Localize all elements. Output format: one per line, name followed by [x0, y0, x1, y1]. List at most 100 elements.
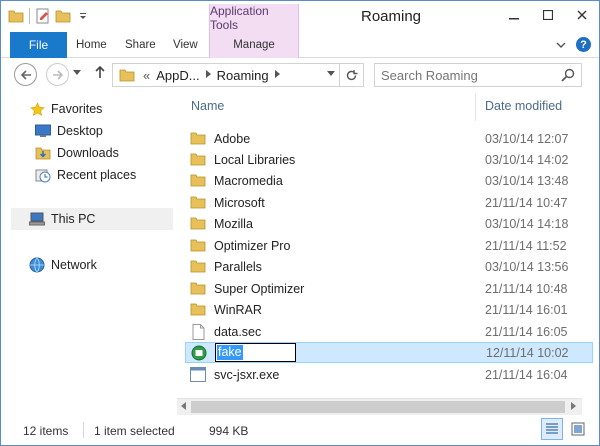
nav-item-recent-places[interactable]: Recent places: [35, 167, 136, 183]
maximize-icon[interactable]: [535, 5, 561, 25]
folder-icon[interactable]: [7, 7, 25, 25]
item-date: 12/11/14 10:02: [486, 345, 569, 360]
help-icon[interactable]: ?: [576, 37, 591, 52]
item-name: Local Libraries: [214, 152, 296, 167]
list-item[interactable]: Local Libraries 03/10/14 14:02: [185, 149, 593, 170]
item-name: Adobe: [214, 131, 251, 146]
folder-icon: [190, 152, 206, 168]
nav-item-desktop[interactable]: Desktop: [35, 123, 103, 139]
breadcrumb-roaming[interactable]: Roaming: [217, 68, 269, 83]
list-item[interactable]: Mozilla 03/10/14 14:18: [185, 213, 593, 234]
list-item-selected[interactable]: fake 12/11/14 10:02: [185, 342, 593, 363]
item-name: Macromedia: [214, 173, 283, 188]
window-controls: [501, 5, 595, 25]
scrollbar-thumb[interactable]: [191, 401, 565, 413]
search-icon[interactable]: [561, 68, 575, 85]
navigation-bar: « AppD... Roaming: [1, 59, 599, 91]
title-bar: Application Tools Roaming: [1, 1, 599, 32]
list-item[interactable]: Super Optimizer 21/11/14 10:48: [185, 278, 593, 299]
customize-qat-icon[interactable]: [74, 7, 92, 25]
search-input[interactable]: [381, 67, 551, 83]
item-name: Microsoft: [214, 195, 265, 210]
new-folder-icon[interactable]: [54, 7, 72, 25]
forward-button[interactable]: [46, 63, 69, 86]
scroll-left-icon[interactable]: [180, 402, 186, 412]
item-date: 21/11/14 10:47: [485, 195, 568, 210]
tab-home[interactable]: Home: [76, 32, 107, 58]
large-icons-view-icon: [571, 422, 585, 436]
scroll-right-icon[interactable]: [571, 402, 577, 412]
app-icon: [191, 345, 207, 361]
list-item[interactable]: Macromedia 03/10/14 13:48: [185, 170, 593, 191]
nav-item-downloads[interactable]: Downloads: [35, 145, 119, 161]
tab-share[interactable]: Share: [125, 32, 156, 58]
item-date: 21/11/14 16:01: [485, 302, 568, 317]
status-separator: [83, 422, 84, 438]
star-icon: [29, 101, 45, 117]
item-name: Mozilla: [214, 216, 253, 231]
item-date: 21/11/14 10:48: [485, 281, 568, 296]
column-header-name[interactable]: Name: [191, 99, 224, 113]
rename-input[interactable]: fake: [215, 343, 296, 362]
ribbon-right-controls: ?: [556, 37, 591, 52]
nav-item-favorites[interactable]: Favorites: [29, 101, 102, 117]
tab-view[interactable]: View: [173, 32, 198, 58]
breadcrumb-appdata[interactable]: AppD...: [156, 68, 199, 83]
nav-item-label: Downloads: [57, 146, 119, 160]
search-box[interactable]: [374, 63, 582, 87]
exe-icon: [190, 367, 206, 383]
item-date: 21/11/14 16:05: [485, 324, 568, 339]
tab-manage[interactable]: Manage: [209, 32, 299, 58]
list-item[interactable]: WinRAR 21/11/14 16:01: [185, 299, 593, 320]
list-item[interactable]: svc-jsxr.exe 21/11/14 16:04: [185, 364, 593, 385]
recent-locations-icon[interactable]: [73, 69, 81, 78]
computer-icon: [29, 211, 45, 227]
downloads-icon: [35, 145, 51, 161]
list-item[interactable]: data.sec 21/11/14 16:05: [185, 321, 593, 342]
nav-item-label: Recent places: [57, 168, 137, 182]
nav-item-network[interactable]: Network: [29, 257, 97, 273]
item-date: 03/10/14 12:07: [485, 131, 569, 146]
breadcrumb-overflow[interactable]: «: [143, 68, 150, 83]
back-button[interactable]: [14, 63, 37, 86]
item-date: 03/10/14 14:18: [485, 216, 569, 231]
column-header-date[interactable]: Date modified: [485, 99, 562, 113]
nav-item-this-pc[interactable]: This PC: [29, 211, 95, 227]
list-item[interactable]: Parallels 03/10/14 13:56: [185, 256, 593, 277]
properties-icon[interactable]: [34, 7, 52, 25]
refresh-icon: [346, 69, 358, 80]
item-name: Super Optimizer: [214, 281, 305, 296]
item-name: data.sec: [214, 324, 262, 339]
refresh-button[interactable]: [339, 64, 363, 86]
item-name: Optimizer Pro: [214, 238, 291, 253]
arrow-up-icon: [95, 65, 105, 78]
folder-icon: [190, 195, 206, 211]
file-icon: [190, 323, 206, 340]
address-dropdown-icon[interactable]: [327, 69, 335, 79]
item-date: 03/10/14 13:56: [485, 259, 569, 274]
large-icons-view-button[interactable]: [567, 418, 589, 440]
toolbar-separator: [29, 8, 30, 24]
close-icon[interactable]: [569, 5, 595, 25]
list-item[interactable]: Microsoft 21/11/14 10:47: [185, 192, 593, 213]
quick-access-toolbar: [7, 7, 92, 25]
item-name: svc-jsxr.exe: [214, 367, 280, 382]
minimize-icon[interactable]: [501, 5, 527, 25]
arrow-right-icon: [52, 69, 63, 80]
list-item[interactable]: Optimizer Pro 21/11/14 11:52: [185, 235, 593, 256]
list-item[interactable]: Adobe 03/10/14 12:07: [185, 128, 593, 149]
address-bar[interactable]: « AppD... Roaming: [112, 63, 364, 87]
tab-file[interactable]: File: [10, 32, 67, 58]
chevron-right-icon[interactable]: [274, 69, 280, 81]
folder-icon: [190, 259, 206, 275]
expand-ribbon-icon[interactable]: [556, 38, 566, 52]
selection-count: 1 item selected: [94, 424, 175, 438]
item-name: Parallels: [214, 259, 262, 274]
item-date: 21/11/14 16:04: [485, 367, 568, 382]
chevron-right-icon[interactable]: [205, 69, 211, 81]
horizontal-scrollbar[interactable]: [177, 398, 582, 415]
column-separator[interactable]: [475, 93, 476, 121]
up-button[interactable]: [94, 65, 106, 83]
details-view-button[interactable]: [541, 418, 563, 440]
folder-icon: [190, 173, 206, 189]
